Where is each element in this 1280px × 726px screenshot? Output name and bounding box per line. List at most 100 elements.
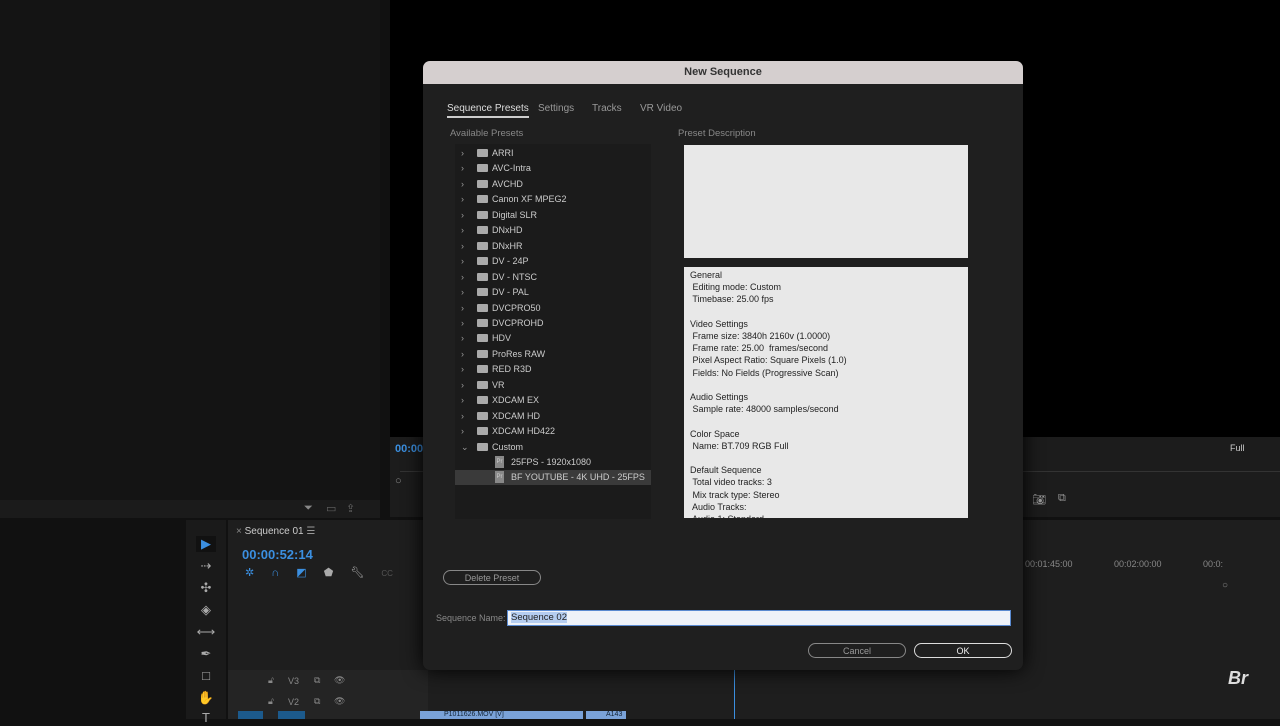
preset-folder[interactable]: › VR xyxy=(455,378,651,393)
preset-folder[interactable]: › AVCHD xyxy=(455,177,651,192)
preset-item-label: 25FPS - 1920x1080 xyxy=(511,457,592,467)
preset-folder[interactable]: › XDCAM EX xyxy=(455,393,651,408)
close-icon[interactable]: × xyxy=(236,526,245,537)
watermark-logo: Br xyxy=(1228,668,1249,688)
preset-folder[interactable]: › ARRI xyxy=(455,146,651,161)
rectangle-tool-icon[interactable]: □ xyxy=(196,668,216,684)
sync-icon[interactable]: ⧉ xyxy=(314,675,320,686)
preset-folder[interactable]: › XDCAM HD422 xyxy=(455,424,651,439)
track-select-tool-icon[interactable]: ⇢ xyxy=(196,558,216,574)
new-item-icon[interactable]: ⇪ xyxy=(346,502,355,515)
preset-folder[interactable]: › ProRes RAW xyxy=(455,347,651,362)
pen-tool-icon[interactable]: ✒ xyxy=(196,646,216,662)
chevron-right-icon[interactable]: › xyxy=(461,223,464,238)
type-tool-icon[interactable]: T xyxy=(196,710,216,726)
project-panel-toolbar: ⏷ ▭ ⇪ xyxy=(0,500,380,518)
selection-tool-icon[interactable]: ▶ xyxy=(196,536,216,552)
chevron-right-icon[interactable]: › xyxy=(461,161,464,176)
preset-item[interactable]: Pr BF YOUTUBE - 4K UHD - 25FPS xyxy=(455,470,651,486)
preset-folder[interactable]: › RED R3D xyxy=(455,362,651,377)
preset-folder[interactable]: › DV - 24P xyxy=(455,254,651,269)
preset-folder[interactable]: › DNxHR xyxy=(455,239,651,254)
ok-button[interactable]: OK xyxy=(914,643,1012,658)
lock-icon[interactable]: 🔓︎ xyxy=(268,675,274,686)
chevron-right-icon[interactable]: › xyxy=(461,393,464,408)
eye-icon[interactable]: 👁︎ xyxy=(334,696,345,707)
preset-tree[interactable]: › ARRI › AVC-Intra › AVCHD › Canon XF MPEG2 › Dig… xyxy=(455,144,651,519)
video-clip[interactable]: A143 xyxy=(586,711,626,719)
track-target[interactable] xyxy=(238,711,263,719)
timeline-timecode[interactable]: 00:00:52:14 xyxy=(242,547,313,562)
zoom-select[interactable]: Full xyxy=(1230,443,1245,453)
playhead-line[interactable] xyxy=(734,670,735,719)
chevron-right-icon[interactable]: › xyxy=(461,347,464,362)
razor-tool-icon[interactable]: ◈ xyxy=(196,602,216,618)
tab-tracks[interactable]: Tracks xyxy=(592,103,622,114)
preset-folder[interactable]: › DV - PAL xyxy=(455,285,651,300)
available-presets-label: Available Presets xyxy=(450,128,524,139)
cancel-button[interactable]: Cancel xyxy=(808,643,906,658)
chevron-right-icon[interactable]: › xyxy=(461,254,464,269)
chevron-right-icon[interactable]: › xyxy=(461,146,464,161)
eye-icon[interactable]: 👁︎ xyxy=(334,675,345,686)
ripple-edit-tool-icon[interactable]: ✣ xyxy=(196,580,216,596)
compare-view-icon[interactable]: ⧉ xyxy=(1058,492,1066,505)
folder-icon xyxy=(477,442,488,451)
preset-folder[interactable]: › XDCAM HD xyxy=(455,409,651,424)
timeline-toolbar: ✲ ∩ ◩ ⬟ 🔧︎ CC xyxy=(245,566,393,579)
hand-tool-icon[interactable]: ✋ xyxy=(196,690,216,706)
preset-item[interactable]: Pr 25FPS - 1920x1080 xyxy=(455,455,651,470)
chevron-right-icon[interactable]: › xyxy=(461,177,464,192)
zoom-handle[interactable]: ○ xyxy=(1222,580,1228,591)
new-bin-icon[interactable]: ▭ xyxy=(326,502,336,515)
track-label: V2 xyxy=(288,697,300,707)
track-target[interactable] xyxy=(278,711,305,719)
chevron-right-icon[interactable]: › xyxy=(461,424,464,439)
export-frame-icon[interactable]: 📷︎ xyxy=(1032,493,1046,506)
chevron-right-icon[interactable]: › xyxy=(461,208,464,223)
tab-vr-video[interactable]: VR Video xyxy=(640,103,682,114)
preset-folder[interactable]: › DVCPROHD xyxy=(455,316,651,331)
chevron-down-icon[interactable]: ⌄ xyxy=(461,440,469,455)
preset-folder[interactable]: › DV - NTSC xyxy=(455,270,651,285)
folder-icon xyxy=(477,179,488,188)
chevron-right-icon[interactable]: › xyxy=(461,285,464,300)
filter-icon[interactable]: ⏷ xyxy=(304,502,313,515)
preset-folder[interactable]: › Canon XF MPEG2 xyxy=(455,192,651,207)
preset-description-box xyxy=(684,145,968,258)
preset-folder[interactable]: › DVCPRO50 xyxy=(455,301,651,316)
preset-folder[interactable]: › DNxHD xyxy=(455,223,651,238)
chevron-right-icon[interactable]: › xyxy=(461,270,464,285)
chevron-right-icon[interactable]: › xyxy=(461,331,464,346)
delete-preset-button[interactable]: Delete Preset xyxy=(443,570,541,585)
nest-icon[interactable]: ✲ xyxy=(245,567,254,579)
tab-settings[interactable]: Settings xyxy=(538,103,574,114)
sequence-name-input[interactable]: Sequence 02 xyxy=(507,610,1011,626)
preset-folder[interactable]: ⌄ Custom xyxy=(455,440,651,455)
tab-sequence-presets[interactable]: Sequence Presets xyxy=(447,103,529,118)
preset-folder[interactable]: › Digital SLR xyxy=(455,208,651,223)
chevron-right-icon[interactable]: › xyxy=(461,362,464,377)
preset-folder[interactable]: › AVC-Intra xyxy=(455,161,651,176)
sequence-tab[interactable]: × Sequence 01 ☰ xyxy=(236,526,315,537)
slip-tool-icon[interactable]: ⟷ xyxy=(196,624,216,640)
preset-folder[interactable]: › HDV xyxy=(455,331,651,346)
lock-icon[interactable]: 🔓︎ xyxy=(268,696,274,707)
chevron-right-icon[interactable]: › xyxy=(461,192,464,207)
marker-icon[interactable]: ⬟ xyxy=(324,567,334,579)
captions-icon[interactable]: CC xyxy=(381,569,393,578)
chevron-right-icon[interactable]: › xyxy=(461,239,464,254)
sync-icon[interactable]: ⧉ xyxy=(314,696,320,707)
playhead-handle[interactable]: ○ xyxy=(395,475,402,487)
menu-icon[interactable]: ☰ xyxy=(306,526,315,537)
linked-selection-icon[interactable]: ◩ xyxy=(296,567,306,579)
chevron-right-icon[interactable]: › xyxy=(461,316,464,331)
preset-folder-label: Canon XF MPEG2 xyxy=(492,194,567,205)
chevron-right-icon[interactable]: › xyxy=(461,409,464,424)
video-clip[interactable]: P1011626.MOV [V] xyxy=(420,711,583,719)
chevron-right-icon[interactable]: › xyxy=(461,301,464,316)
preset-folder-label: DV - 24P xyxy=(492,256,529,267)
chevron-right-icon[interactable]: › xyxy=(461,378,464,393)
snap-icon[interactable]: ∩ xyxy=(271,567,279,579)
wrench-icon[interactable]: 🔧︎ xyxy=(350,567,364,579)
